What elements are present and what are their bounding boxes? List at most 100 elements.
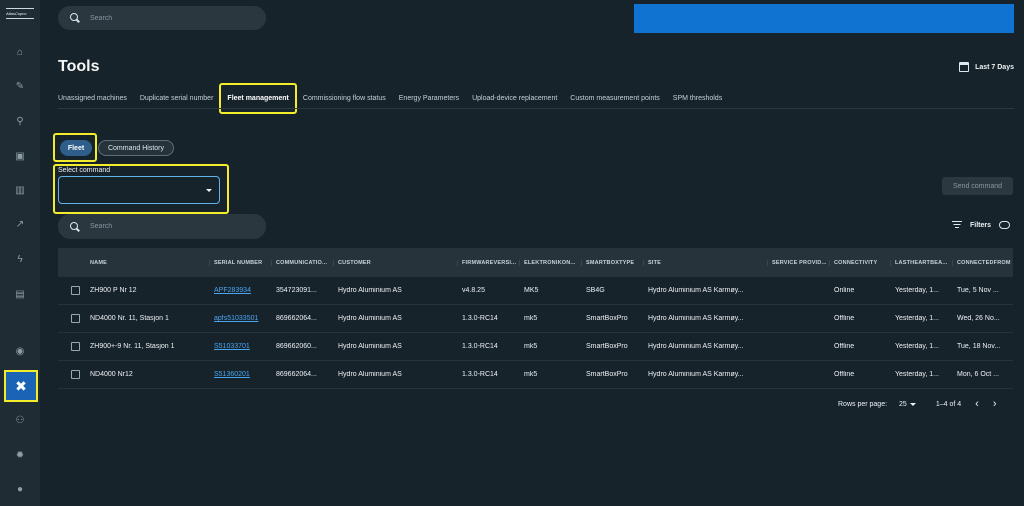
settings-lock-icon[interactable]: ◉ bbox=[8, 340, 32, 362]
cell-name: ND4000 Nr. 11, Stasjon 1 bbox=[90, 315, 169, 322]
cell-connectivity: Offline bbox=[834, 371, 855, 378]
rows-per-page-label: Rows per page: bbox=[838, 400, 888, 408]
tab-unassigned-machines[interactable]: Unassigned machines bbox=[58, 95, 127, 102]
select-command-dropdown[interactable] bbox=[58, 176, 220, 204]
row-checkbox[interactable] bbox=[71, 314, 80, 323]
column-header[interactable]: CUSTOMER bbox=[334, 259, 458, 266]
cell-smartboxtype: SmartBoxPro bbox=[586, 315, 628, 322]
add-user-icon[interactable]: ⚇ bbox=[8, 409, 32, 431]
cell-smartboxtype: SmartBoxPro bbox=[586, 343, 628, 350]
row-checkbox-cell bbox=[58, 314, 86, 323]
cell-connectivity: Offline bbox=[834, 315, 855, 322]
prev-page-button[interactable]: ‹ bbox=[975, 398, 979, 410]
help-icon[interactable]: ● bbox=[8, 478, 32, 500]
cell-serial: apfs51033501 bbox=[210, 315, 272, 322]
tab-duplicate-serial-number[interactable]: Duplicate serial number bbox=[140, 95, 214, 102]
send-command-button[interactable]: Send command bbox=[942, 177, 1013, 195]
cell-connected-from: Mon, 6 Oct ... bbox=[957, 371, 1000, 378]
column-header[interactable]: CONNECTEDFROM bbox=[953, 260, 1011, 266]
column-header[interactable]: SITE bbox=[644, 259, 768, 266]
cell-customer: Hydro Aluminium AS bbox=[338, 371, 402, 378]
cell-serial: APF283934 bbox=[210, 287, 272, 294]
serial-link[interactable]: S51360201 bbox=[214, 371, 250, 378]
column-header[interactable]: FIRMWAREVERSI... bbox=[458, 259, 520, 266]
column-header[interactable]: SMARTBOXTYPE bbox=[582, 259, 644, 266]
filters-button[interactable]: Filters bbox=[951, 221, 1010, 229]
cell-name: ND4000 Nr12 bbox=[90, 371, 133, 378]
rows-per-page-select[interactable]: 25 bbox=[899, 401, 916, 408]
column-header[interactable]: LASTHEARTBEA... bbox=[891, 259, 953, 266]
cell-name: ZH900 P Nr 12 bbox=[90, 287, 137, 294]
serial-link[interactable]: apfs51033501 bbox=[214, 315, 258, 322]
cell-communication: 354723091... bbox=[276, 287, 317, 294]
tools-icon[interactable]: ✖ bbox=[4, 370, 38, 402]
cell-firmware: v4.8.25 bbox=[462, 287, 485, 294]
tab-commissioning-flow-status[interactable]: Commissioning flow status bbox=[303, 95, 386, 102]
cell-last-heartbeat: Yesterday, 1... bbox=[895, 343, 939, 350]
cell-customer: Hydro Aluminium AS bbox=[338, 287, 402, 294]
table-search-input[interactable] bbox=[90, 223, 240, 230]
subtab-command-history[interactable]: Command History bbox=[98, 140, 174, 156]
cell-elektronikon: mk5 bbox=[524, 315, 538, 322]
table-row[interactable]: ND4000 Nr12 S51360201 869662064... Hydro… bbox=[58, 361, 1013, 389]
gear-icon[interactable]: ✹ bbox=[8, 444, 32, 466]
tab-custom-measurement-points[interactable]: Custom measurement points bbox=[570, 95, 659, 102]
subtab-fleet[interactable]: Fleet bbox=[60, 140, 92, 156]
cell-serial: S51033701 bbox=[210, 343, 272, 350]
column-header[interactable]: CONNECTIVITY bbox=[830, 259, 891, 266]
lightning-icon[interactable]: ϟ bbox=[8, 248, 32, 270]
column-header[interactable]: COMMUNICATIO... bbox=[272, 259, 334, 266]
home-icon[interactable]: ⌂ bbox=[8, 41, 32, 63]
cell-last-heartbeat: Yesterday, 1... bbox=[895, 287, 939, 294]
table-row[interactable]: ZH900+-9 Nr. 11, Stasjon 1 S51033701 869… bbox=[58, 333, 1013, 361]
cell-site: Hydro Aluminium AS Karmøy... bbox=[648, 371, 744, 378]
cell-firmware: 1.3.0-RC14 bbox=[462, 315, 498, 322]
tab-energy-parameters[interactable]: Energy Parameters bbox=[399, 95, 459, 102]
date-range-selector[interactable]: Last 7 Days bbox=[959, 62, 1014, 72]
column-header[interactable]: SERVICE PROVID... bbox=[768, 259, 830, 266]
caret-down-icon bbox=[909, 402, 916, 406]
tab-upload-device-replacement[interactable]: Upload-device replacement bbox=[472, 95, 557, 102]
clipboard-icon[interactable]: ▣ bbox=[8, 145, 32, 167]
bar-chart-icon[interactable]: ▥ bbox=[8, 179, 32, 201]
select-command-label: Select command bbox=[58, 167, 111, 174]
message-icon[interactable]: ▤ bbox=[8, 283, 32, 305]
cloud-download-icon[interactable] bbox=[999, 221, 1010, 229]
cell-communication: 869662064... bbox=[276, 371, 317, 378]
filters-label: Filters bbox=[969, 221, 991, 229]
column-header[interactable]: ELEKTRONIKON... bbox=[520, 259, 582, 266]
serial-link[interactable]: S51033701 bbox=[214, 343, 250, 350]
cell-connectivity: Online bbox=[834, 287, 855, 294]
date-range-label: Last 7 Days bbox=[975, 63, 1014, 71]
cell-customer: Hydro Aluminium AS bbox=[338, 315, 402, 322]
table-search[interactable] bbox=[58, 214, 266, 239]
table-row[interactable]: ND4000 Nr. 11, Stasjon 1 apfs51033501 86… bbox=[58, 305, 1013, 333]
cell-firmware: 1.3.0-RC14 bbox=[462, 343, 498, 350]
table-row[interactable]: ZH900 P Nr 12 APF283934 354723091... Hyd… bbox=[58, 277, 1013, 305]
tabs-divider bbox=[58, 108, 1014, 109]
cell-site: Hydro Aluminium AS Karmøy... bbox=[648, 343, 744, 350]
column-header[interactable]: SERIAL NUMBER bbox=[210, 259, 272, 266]
row-checkbox[interactable] bbox=[71, 342, 80, 351]
pagination: Rows per page: 25 1–4 of 4 ‹ › bbox=[838, 398, 996, 410]
header-banner bbox=[634, 4, 1014, 33]
cell-site: Hydro Aluminium AS Karmøy... bbox=[648, 287, 744, 294]
tab-spm-thresholds[interactable]: SPM thresholds bbox=[673, 95, 722, 102]
cell-smartboxtype: SmartBoxPro bbox=[586, 371, 628, 378]
robot-arm-icon[interactable]: ⚲ bbox=[8, 110, 32, 132]
cell-serial: S51360201 bbox=[210, 371, 272, 378]
cell-connected-from: Wed, 26 No... bbox=[957, 315, 1000, 322]
search-icon bbox=[70, 13, 80, 23]
row-checkbox[interactable] bbox=[71, 286, 80, 295]
global-search[interactable] bbox=[58, 6, 266, 30]
serial-link[interactable]: APF283934 bbox=[214, 287, 251, 294]
trend-icon[interactable]: ↗ bbox=[8, 213, 32, 235]
column-header[interactable]: NAME bbox=[86, 259, 210, 266]
row-checkbox[interactable] bbox=[71, 370, 80, 379]
global-search-input[interactable] bbox=[90, 14, 240, 22]
wrench-icon[interactable]: ✎ bbox=[8, 75, 32, 97]
next-page-button[interactable]: › bbox=[993, 398, 997, 410]
row-checkbox-cell bbox=[58, 342, 86, 351]
cell-elektronikon: mk5 bbox=[524, 343, 538, 350]
cell-last-heartbeat: Yesterday, 1... bbox=[895, 371, 939, 378]
